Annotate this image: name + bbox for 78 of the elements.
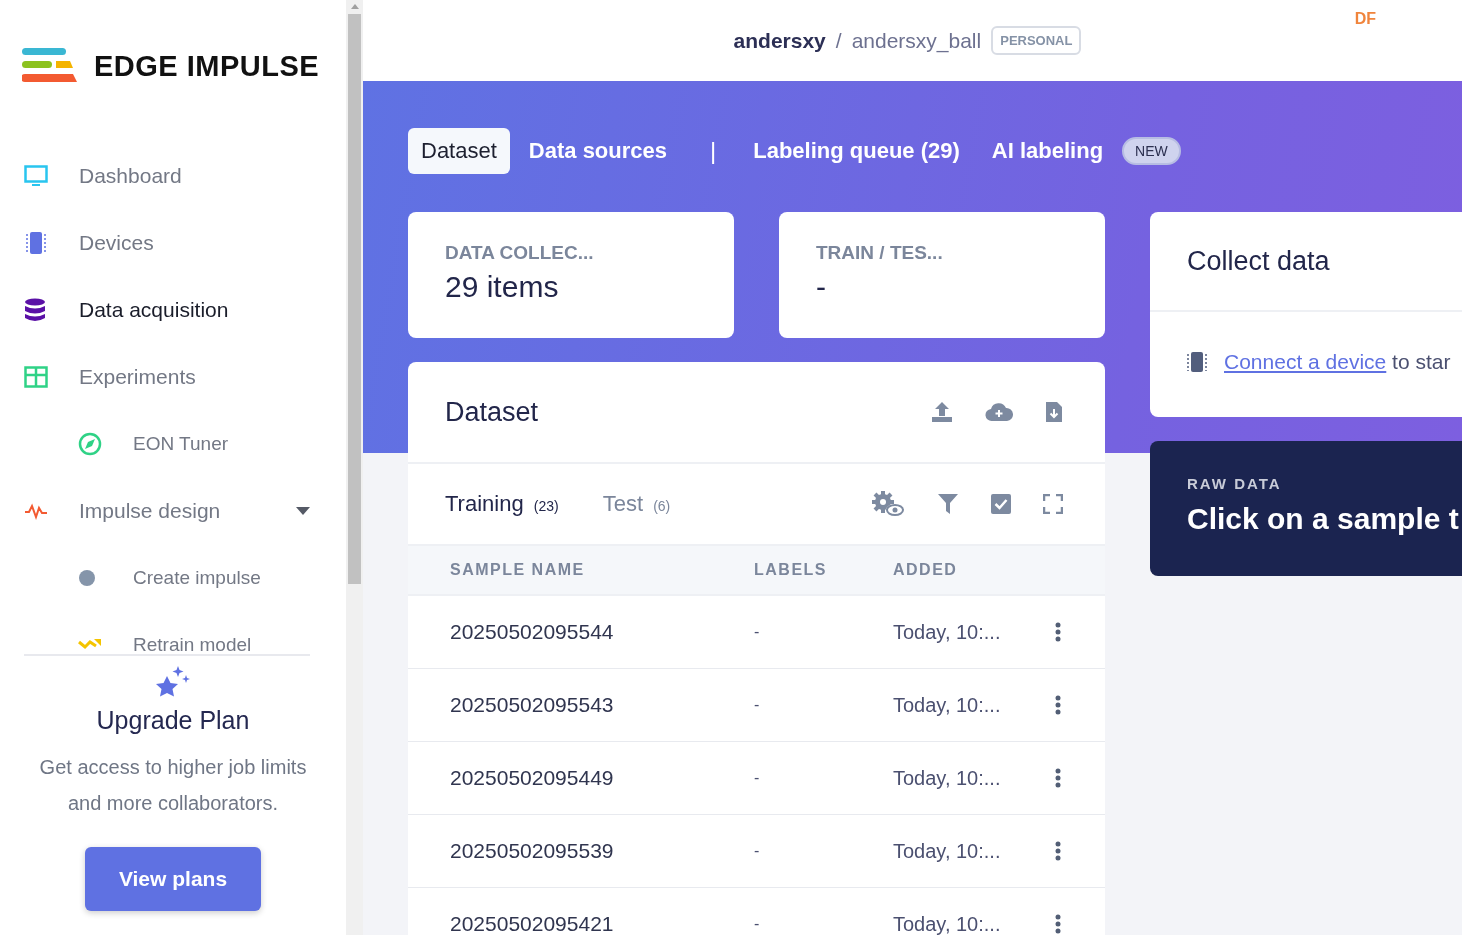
more-icon[interactable] [1055,768,1061,788]
nav-item[interactable]: Dashboard [24,142,310,209]
scroll-up-icon [350,4,359,9]
upgrade-text: Get access to higher job limits and more collaborators. [38,755,308,816]
pulse-icon [24,501,48,520]
dataset-title: Dataset [445,396,539,428]
connect-device-link[interactable]: Connect a device [1224,350,1387,373]
table-cell-text: 20250502095539 [450,839,615,863]
collect-title: Collect data [1150,212,1462,312]
dot-icon [78,568,96,587]
raw-data-label: RAW DATA [1187,475,1283,492]
tab-divider: | [710,137,717,165]
table-cell-text: 20250502095544 [450,620,615,644]
column-header[interactable]: ADDED [893,561,958,579]
stat-value: - [816,270,827,304]
new-badge: NEW [1122,137,1181,165]
tab[interactable]: Data sources [515,128,680,174]
table-cell-text: - [754,623,761,641]
tab[interactable]: Dataset [408,128,510,174]
more-icon[interactable] [1055,695,1061,715]
compass-icon [78,431,102,456]
monitor-icon [24,164,48,187]
file-download-icon[interactable] [1045,401,1063,423]
sample-tab[interactable]: Test (6) [602,491,671,517]
nav-item[interactable]: Devices [24,209,310,276]
nav-item[interactable]: Experiments [24,343,310,410]
upload-icon[interactable] [931,401,953,423]
table-cell-text: - [754,915,761,933]
column-header[interactable]: SAMPLE NAME [450,561,754,579]
table-cell-text: 20250502095421 [450,912,615,935]
logo-icon [22,47,78,85]
table-cell-text: Today, 10:... [893,620,1002,644]
stat-title: TRAIN / TES... [816,242,944,264]
cloud-upload-icon[interactable] [985,402,1013,422]
stat-value: 29 items [445,270,560,304]
column-header[interactable]: LABELS [754,561,893,579]
table-cell-text: 20250502095449 [450,766,615,790]
table-cell-text: - [754,696,761,714]
table-icon [24,365,48,388]
view-plans-button[interactable]: View plans [85,847,261,911]
more-icon[interactable] [1055,914,1061,934]
checkbox-icon[interactable] [991,494,1011,514]
table-cell-text: Today, 10:... [893,912,1002,935]
table-cell-text: - [754,842,761,860]
scrollbar-thumb[interactable] [348,14,361,584]
raw-data-text: Click on a sample t [1187,502,1460,536]
nav-item[interactable]: Create impulse [24,544,310,611]
tab[interactable]: AI labeling [978,128,1117,174]
user-initials[interactable]: DF [1354,10,1376,28]
collect-text: Connect a device to star [1224,350,1451,374]
nav-item[interactable]: Retrain model [24,611,310,654]
owner-name[interactable]: andersxy [733,28,826,53]
stat-title: DATA COLLEC... [445,242,595,264]
nav-item[interactable]: EON Tuner [24,410,310,477]
chip-icon [1186,351,1208,373]
table-cell-text: 20250502095543 [450,693,615,717]
table-cell-text: Today, 10:... [893,693,1002,717]
tab[interactable]: Labeling queue (29) [740,128,973,174]
project-badge: PERSONAL [991,26,1082,55]
table-cell-text: - [754,769,761,787]
project-name[interactable]: andersxy_ball [851,28,982,53]
breadcrumb-separator: / [835,28,842,53]
sample-tab[interactable]: Training (23) [445,491,559,517]
scrollbar[interactable] [346,0,363,935]
filter-icon[interactable] [937,493,959,515]
table-cell-text: Today, 10:... [893,766,1002,790]
database-icon [24,297,46,322]
nav-item[interactable]: Impulse design [24,477,310,544]
more-icon[interactable] [1055,841,1061,861]
trend-icon [78,637,102,652]
more-icon[interactable] [1055,622,1061,642]
table-cell-text: Today, 10:... [893,839,1002,863]
chip-icon [24,230,48,255]
fullscreen-icon[interactable] [1043,494,1063,514]
nav-item[interactable]: Data acquisition [24,276,310,343]
gear-eye-icon[interactable] [871,490,905,518]
brand-name: EDGE IMPULSE [94,49,320,83]
upgrade-title: Upgrade Plan [96,706,250,735]
